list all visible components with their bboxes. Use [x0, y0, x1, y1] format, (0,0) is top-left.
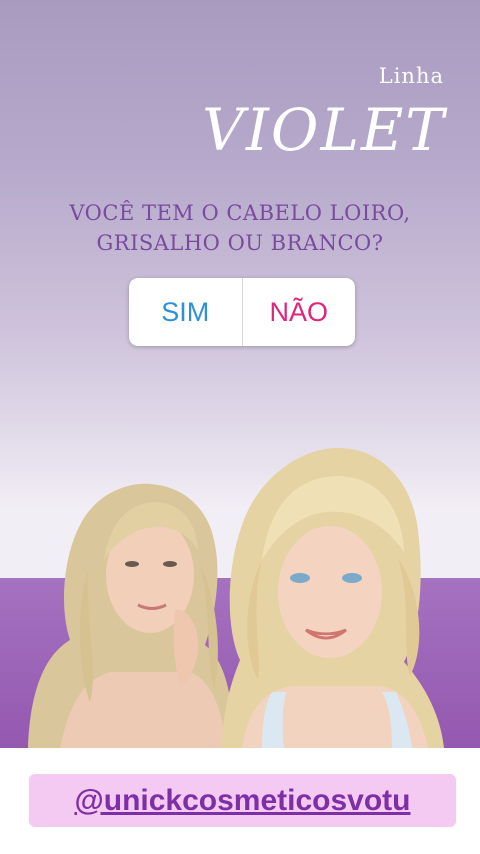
question-line-1: VOCÊ TEM O CABELO LOIRO, — [69, 201, 411, 225]
poll-sticker: SIM NÃO — [129, 278, 355, 346]
poll-question: VOCÊ TEM O CABELO LOIRO, GRISALHO OU BRA… — [40, 198, 440, 258]
models-photo — [28, 448, 444, 748]
question-line-2: GRISALHO OU BRANCO? — [96, 231, 384, 255]
poll-option-no[interactable]: NÃO — [243, 278, 356, 346]
poll-option-yes[interactable]: SIM — [129, 278, 242, 346]
left-woman-figure — [28, 483, 233, 748]
mention-handle-link[interactable]: @unickcosmeticosvotu — [74, 784, 410, 818]
mention-sticker[interactable]: @unickcosmeticosvotu — [29, 774, 456, 827]
brand-line-label: Linha — [378, 64, 444, 88]
brand-name: VIOLET — [202, 96, 446, 164]
right-woman-figure — [222, 448, 444, 748]
